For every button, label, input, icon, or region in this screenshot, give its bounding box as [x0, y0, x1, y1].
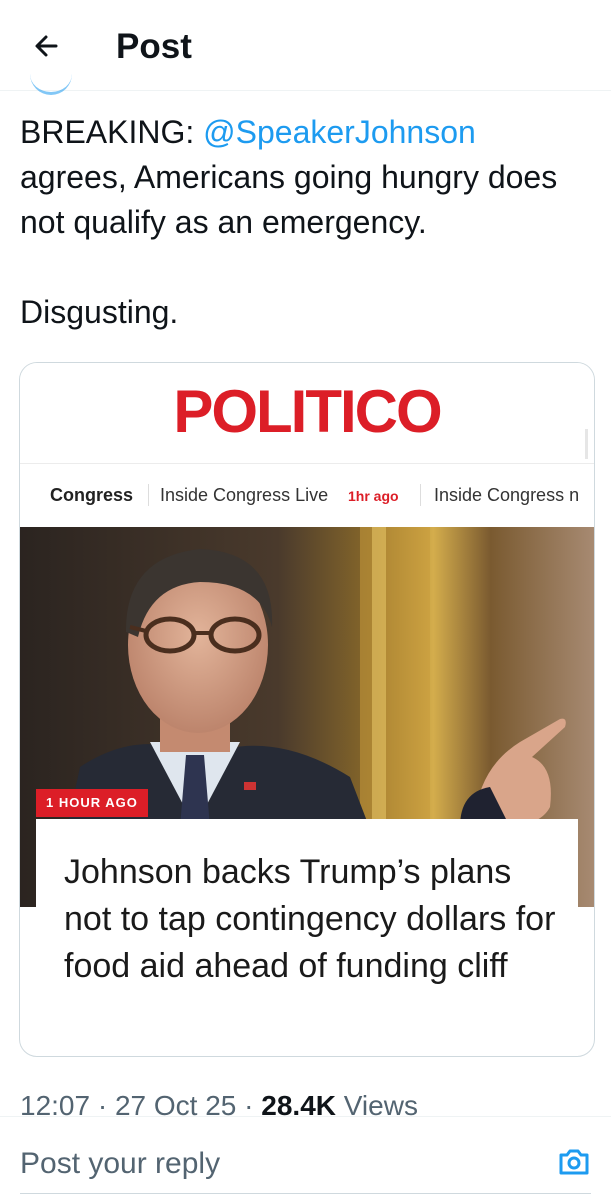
- camera-icon[interactable]: [555, 1143, 593, 1181]
- reply-composer: Post your reply: [0, 1116, 611, 1201]
- nav-item-congress[interactable]: Congress: [50, 485, 133, 506]
- avatar[interactable]: [30, 72, 72, 95]
- politico-logo: POLITICO: [173, 378, 442, 445]
- scroll-indicator: [585, 429, 588, 459]
- card-logo-area: POLITICO: [20, 363, 594, 459]
- card-nav-bar: Congress Inside Congress Live 1hr ago In…: [20, 463, 594, 528]
- back-arrow-icon[interactable]: [28, 26, 68, 66]
- nav-item-inside-congress[interactable]: Inside Congress n: [434, 485, 579, 506]
- time-ago-badge: 1 HOUR AGO: [36, 789, 148, 817]
- mention-link[interactable]: @SpeakerJohnson: [203, 114, 476, 150]
- nav-divider: [148, 484, 149, 506]
- reply-underline: [20, 1193, 591, 1194]
- tweet-paragraph-1: BREAKING: @SpeakerJohnson agrees, Americ…: [20, 110, 590, 245]
- tweet-body: BREAKING: @SpeakerJohnson agrees, Americ…: [20, 110, 590, 335]
- tweet-text-prefix: BREAKING:: [20, 114, 204, 150]
- tweet-paragraph-2: Disgusting.: [20, 294, 179, 330]
- article-headline[interactable]: Johnson backs Trump’s plans not to tap c…: [64, 849, 564, 990]
- nav-item-inside-congress-live[interactable]: Inside Congress Live: [160, 485, 328, 506]
- tweet-text-rest: agrees, Americans going hungry does not …: [20, 159, 558, 240]
- top-bar: Post: [0, 0, 611, 95]
- page-title: Post: [116, 27, 192, 66]
- headline-panel: Johnson backs Trump’s plans not to tap c…: [36, 819, 578, 1056]
- nav-time-label: 1hr ago: [348, 488, 399, 504]
- link-preview-card[interactable]: POLITICO Congress Inside Congress Live 1…: [19, 362, 595, 1057]
- reply-input[interactable]: Post your reply: [20, 1147, 220, 1181]
- nav-divider: [420, 484, 421, 506]
